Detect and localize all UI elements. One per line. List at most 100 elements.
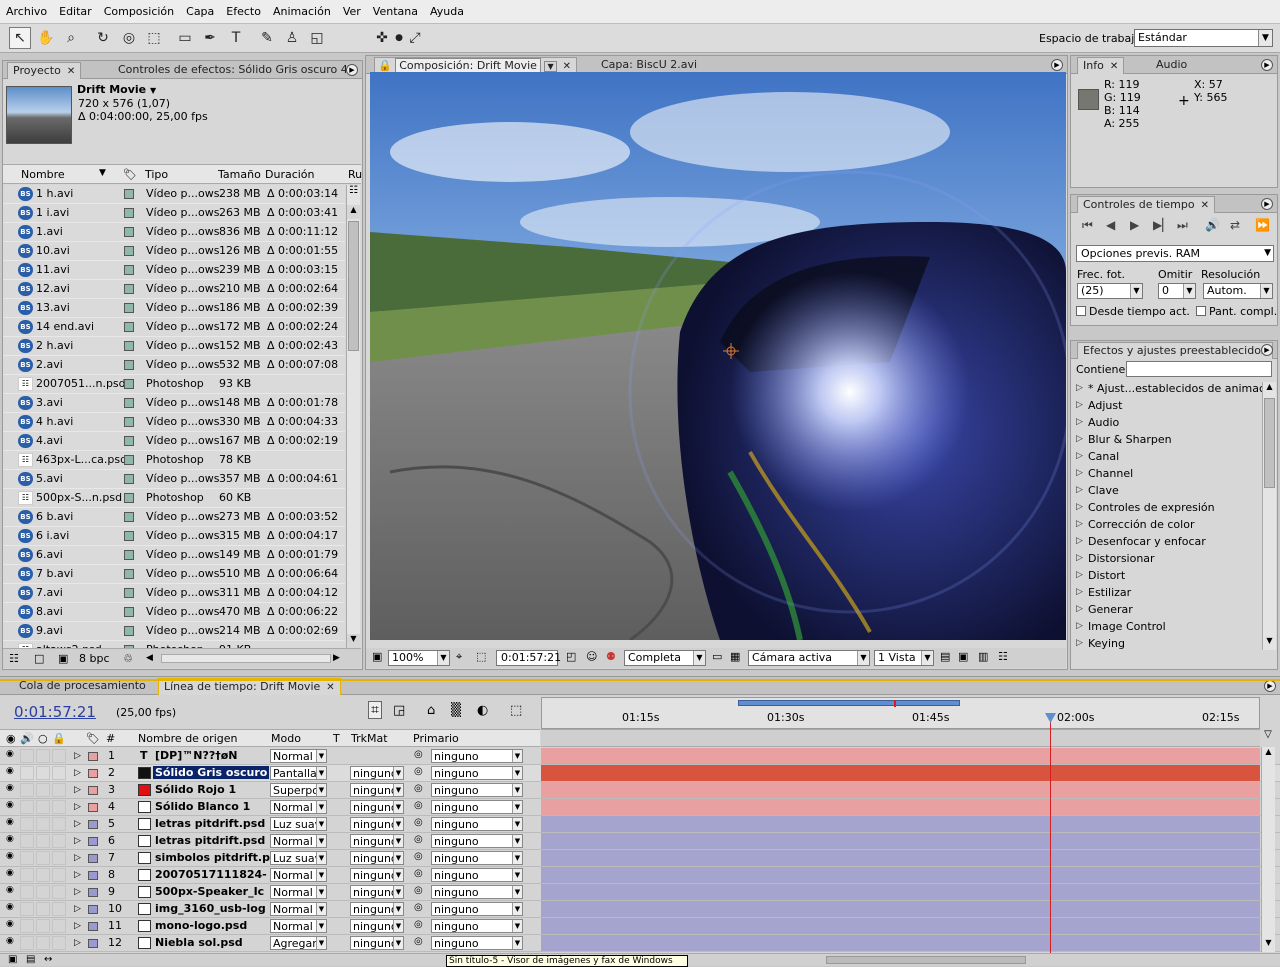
expand-triangle-icon[interactable]: ▷ — [74, 921, 81, 931]
label-swatch[interactable] — [124, 189, 134, 199]
graph-editor-icon[interactable]: ⬚ — [510, 703, 522, 718]
pick-whip-icon[interactable]: ◎ — [414, 749, 423, 760]
list-item[interactable]: BS 9.avi Vídeo p...ows 214 MB Δ 0:00:02:69 — [3, 622, 345, 641]
label-swatch[interactable] — [88, 939, 98, 948]
rectangle-mask-icon[interactable]: ▭ — [174, 27, 196, 49]
parent-select[interactable]: ninguno ▼ — [431, 885, 523, 899]
scroll-thumb[interactable] — [348, 221, 359, 351]
layer-duration-bar[interactable] — [541, 901, 1260, 917]
label-swatch[interactable] — [88, 769, 98, 778]
solo-toggle[interactable] — [36, 817, 50, 831]
hand-tool-icon[interactable]: ✋ — [35, 27, 57, 49]
horizontal-scrollbar[interactable] — [161, 654, 331, 663]
layer-duration-bar[interactable] — [541, 884, 1260, 900]
eye-icon[interactable]: ◉ — [6, 800, 18, 811]
lock-icon[interactable]: 🔒 — [378, 59, 392, 72]
panel-menu-icon[interactable]: ▶ — [1051, 59, 1063, 71]
effect-category[interactable]: Desenfocar y enfocar — [1074, 533, 1264, 550]
region-of-interest-icon[interactable]: ▭ — [712, 650, 722, 663]
switches-toggle-icon[interactable]: ▣ — [8, 954, 17, 965]
menu-item-8[interactable]: Ayuda — [424, 0, 470, 24]
effects-scrollbar[interactable]: ▲ ▼ — [1262, 382, 1276, 650]
current-time-field[interactable]: 0:01:57:21 — [496, 650, 561, 666]
label-swatch[interactable] — [124, 227, 134, 237]
scroll-down-icon[interactable]: ▼ — [1262, 938, 1275, 952]
channels-icon[interactable]: ⚉ — [606, 650, 616, 663]
next-frame-icon[interactable]: ▶▏ — [1153, 218, 1171, 232]
layer-duration-bar[interactable] — [541, 867, 1260, 883]
pick-whip-icon[interactable]: ◎ — [414, 919, 423, 930]
layer-duration-bar[interactable] — [541, 799, 1260, 815]
close-icon[interactable]: ✕ — [563, 61, 571, 72]
parent-select[interactable]: ninguno ▼ — [431, 868, 523, 882]
pick-whip-icon[interactable]: ◎ — [414, 783, 423, 794]
menu-item-0[interactable]: Archivo — [0, 0, 53, 24]
audio-toggle[interactable] — [20, 834, 34, 848]
list-item[interactable]: BS 4 h.avi Vídeo p...ows 330 MB Δ 0:00:04:33 — [3, 413, 345, 432]
comp-marker-icon[interactable]: ▽ — [1261, 729, 1275, 743]
label-swatch[interactable] — [88, 786, 98, 795]
loop-icon[interactable]: ⇄ — [1230, 218, 1240, 232]
expand-triangle-icon[interactable]: ▷ — [74, 938, 81, 948]
pick-whip-icon[interactable]: ◎ — [414, 885, 423, 896]
lock-toggle[interactable] — [52, 936, 66, 950]
project-item-list[interactable]: BS 1 h.avi Vídeo p...ows 238 MB Δ 0:00:03:14… — [3, 185, 345, 648]
list-item[interactable]: ☷ 500px-S...n.psd Photoshop 60 KB — [3, 489, 345, 508]
project-scrollbar[interactable]: ☷ ▲ ▼ — [346, 185, 360, 648]
zoom-slider[interactable] — [826, 956, 1026, 964]
solo-toggle[interactable] — [36, 936, 50, 950]
pick-whip-icon[interactable]: ◎ — [414, 851, 423, 862]
eye-icon[interactable]: ◉ — [6, 834, 18, 845]
shy-layers-icon[interactable]: ⌂ — [427, 703, 435, 718]
layer-name[interactable]: Sólido Blanco 1 — [155, 800, 250, 813]
list-item[interactable]: BS 6 i.avi Vídeo p...ows 315 MB Δ 0:00:04:17 — [3, 527, 345, 546]
selection-tool-icon[interactable]: ↖ — [9, 27, 31, 49]
list-item[interactable]: BS 1.avi Vídeo p...ows 836 MB Δ 0:00:11:12 — [3, 223, 345, 242]
label-swatch[interactable] — [124, 512, 134, 522]
layer-row[interactable]: ◉ ▷ 9 500px-Speaker_Ic Normal ▼ ninguno ▼ ◎ ningu… — [0, 884, 1280, 901]
label-swatch[interactable] — [124, 474, 134, 484]
expand-triangle-icon[interactable]: ▷ — [74, 887, 81, 897]
label-swatch[interactable] — [88, 752, 98, 761]
solo-toggle[interactable] — [36, 834, 50, 848]
pick-whip-icon[interactable]: ◎ — [414, 936, 423, 947]
audio-toggle[interactable] — [20, 749, 34, 763]
layer-row[interactable]: ◉ ▷ 8 20070517111824- Normal ▼ ninguno ▼ ◎ ningun… — [0, 867, 1280, 884]
layer-name[interactable]: Sólido Rojo 1 — [155, 783, 236, 796]
zoom-tool-icon[interactable]: ⌕ — [60, 27, 82, 49]
tab-effects[interactable]: Efectos y ajustes preestablecidos — [1077, 342, 1273, 359]
label-swatch[interactable] — [124, 246, 134, 256]
panel-menu-icon[interactable]: ▶ — [1264, 680, 1276, 692]
close-icon[interactable]: ✕ — [1201, 200, 1209, 211]
effect-category[interactable]: Audio — [1074, 414, 1264, 431]
list-item[interactable]: BS 4.avi Vídeo p...ows 167 MB Δ 0:00:02:19 — [3, 432, 345, 451]
blend-mode-select[interactable]: Luz suav ▼ — [270, 817, 327, 831]
pick-whip-icon[interactable]: ◎ — [414, 817, 423, 828]
layer-row[interactable]: ◉ ▷ 10 img_3160_usb-log Normal ▼ ninguno ▼ ◎ ning… — [0, 901, 1280, 918]
label-swatch[interactable] — [124, 398, 134, 408]
parent-select[interactable]: ninguno ▼ — [431, 800, 523, 814]
label-swatch[interactable] — [124, 379, 134, 389]
mask-view-icon[interactable]: ⬚ — [476, 650, 486, 663]
close-icon[interactable]: ✕ — [1110, 61, 1118, 72]
list-item[interactable]: BS 6.avi Vídeo p...ows 149 MB Δ 0:00:01:79 — [3, 546, 345, 565]
safe-zones-icon[interactable]: ⌖ — [456, 650, 462, 664]
label-swatch[interactable] — [88, 922, 98, 931]
label-swatch[interactable] — [124, 265, 134, 275]
layer-row[interactable]: ◉ ▷ 11 mono-logo.psd Normal ▼ ninguno ▼ ◎ ninguno… — [0, 918, 1280, 935]
audio-icon[interactable]: 🔊 — [1205, 218, 1220, 232]
label-swatch[interactable] — [88, 905, 98, 914]
list-item[interactable]: BS 1 i.avi Vídeo p...ows 263 MB Δ 0:00:03:41 — [3, 204, 345, 223]
eye-icon[interactable]: ◉ — [6, 732, 16, 745]
label-swatch[interactable] — [88, 820, 98, 829]
menu-item-4[interactable]: Efecto — [220, 0, 267, 24]
flowchart-icon[interactable]: ☷ — [347, 185, 360, 203]
scroll-down-icon[interactable]: ▼ — [347, 634, 360, 648]
pick-whip-icon[interactable]: ◎ — [414, 766, 423, 777]
solo-toggle[interactable] — [36, 800, 50, 814]
eye-icon[interactable]: ◉ — [6, 919, 18, 930]
layer-row[interactable]: ◉ ▷ 4 Sólido Blanco 1 Normal ▼ ninguno ▼ ◎ ningun… — [0, 799, 1280, 816]
bpc-label[interactable]: 8 bpc — [79, 652, 110, 665]
layer-name[interactable]: mono-logo.psd — [155, 919, 247, 932]
eye-icon[interactable]: ◉ — [6, 885, 18, 896]
